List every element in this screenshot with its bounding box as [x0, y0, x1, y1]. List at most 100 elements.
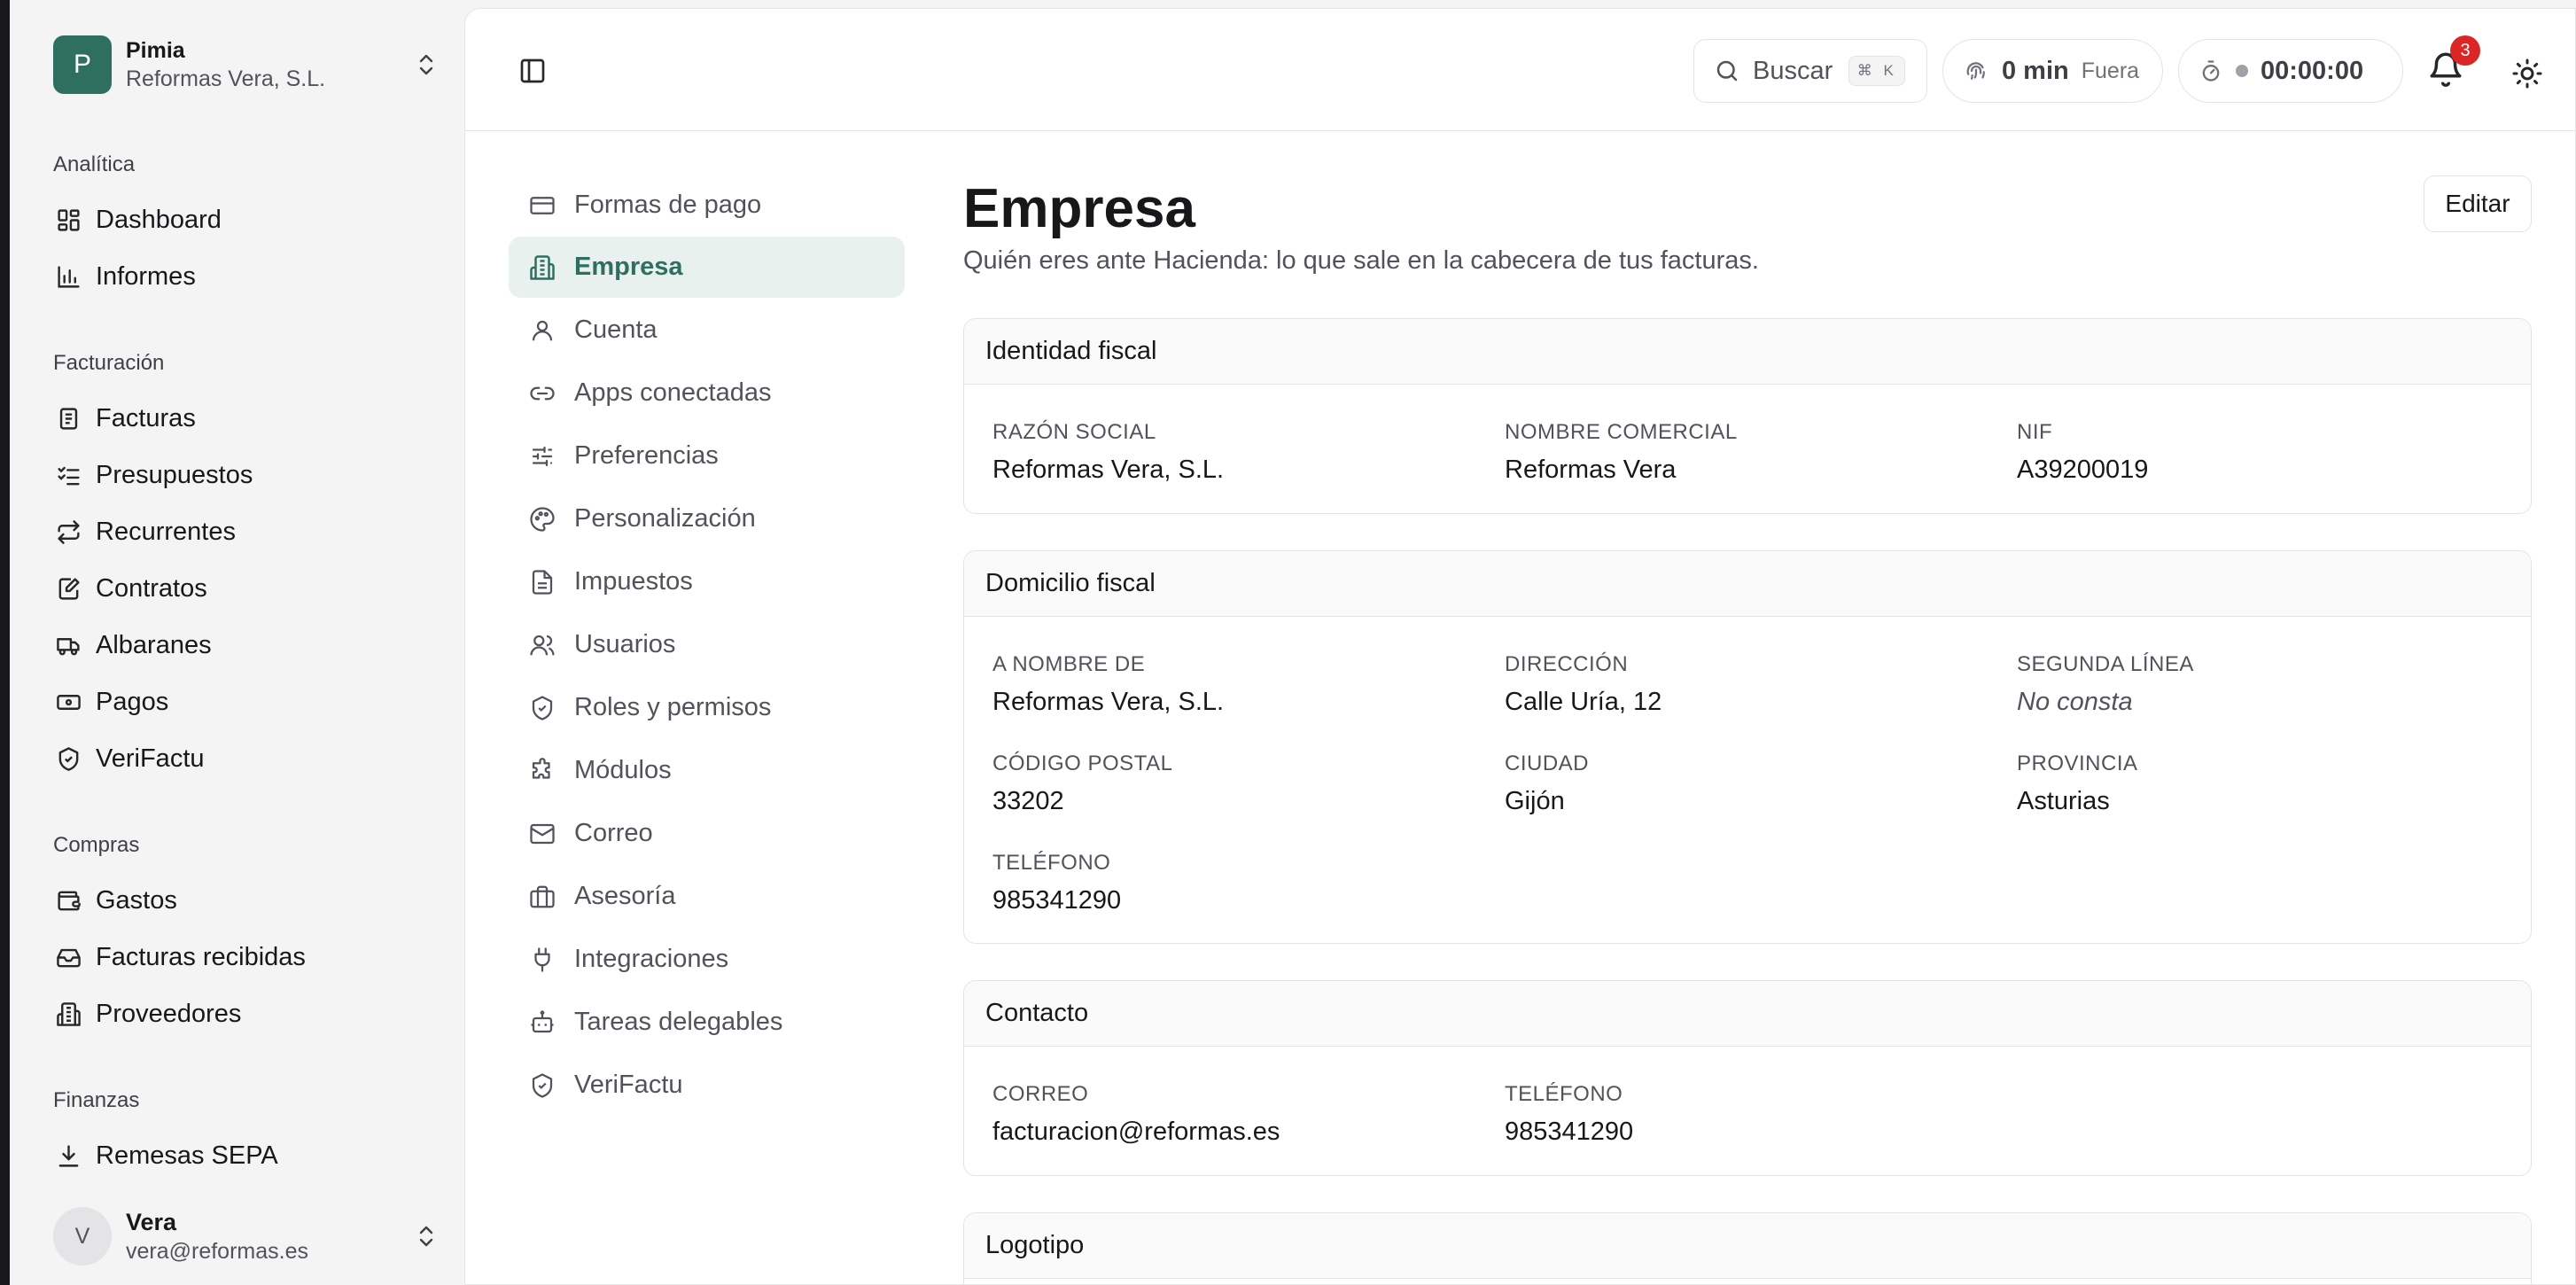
field-telefono-contacto: TELÉFONO 985341290 — [1505, 1082, 2001, 1147]
edit-button[interactable]: Editar — [2424, 175, 2532, 232]
nav-section-compras: Compras — [53, 833, 140, 857]
notifications-badge: 3 — [2450, 35, 2480, 66]
plug-icon — [528, 946, 556, 974]
settings-item-personalizacion[interactable]: Personalización — [509, 488, 905, 549]
search-icon — [1716, 60, 1738, 82]
settings-item-label: Cuenta — [574, 315, 658, 344]
invoice-icon — [53, 403, 83, 433]
search-shortcut: ⌘ K — [1848, 56, 1906, 86]
sidebar-item-label: VeriFactu — [96, 744, 205, 773]
sidebar-item-dashboard[interactable]: Dashboard — [53, 196, 443, 244]
nav-section-finanzas: Finanzas — [53, 1088, 140, 1112]
sidebar-item-label: Recurrentes — [96, 517, 236, 546]
sidebar-item-informes[interactable]: Informes — [53, 253, 443, 300]
download-icon — [53, 1141, 83, 1171]
card-domicilio-fiscal: Domicilio fiscal A NOMBRE DE Reformas Ve… — [963, 550, 2532, 944]
checklist-icon — [53, 460, 83, 490]
user-icon — [528, 316, 556, 345]
field-label: DIRECCIÓN — [1505, 652, 1629, 676]
search-button[interactable]: Buscar ⌘ K — [1693, 39, 1927, 103]
settings-item-verifactu[interactable]: VeriFactu — [509, 1055, 905, 1116]
settings-item-cuenta[interactable]: Cuenta — [509, 300, 905, 361]
timer-button[interactable]: 00:00:00 — [2178, 39, 2403, 103]
sidebar-item-verifactu[interactable]: VeriFactu — [53, 735, 443, 783]
org-company: Reformas Vera, S.L. — [126, 66, 326, 91]
settings-item-label: VeriFactu — [574, 1071, 683, 1099]
sidebar-item-label: Informes — [96, 261, 196, 291]
settings-item-apps-conectadas[interactable]: Apps conectadas — [509, 362, 905, 424]
settings-item-integraciones[interactable]: Integraciones — [509, 929, 905, 990]
search-label: Buscar — [1753, 56, 1833, 85]
wallet-icon — [53, 885, 83, 915]
field-label: SEGUNDA LÍNEA — [2017, 652, 2194, 676]
settings-item-impuestos[interactable]: Impuestos — [509, 551, 905, 612]
sidebar-item-facturas[interactable]: Facturas — [53, 394, 443, 442]
field-label: CIUDAD — [1505, 752, 1590, 775]
shield-check-icon — [53, 744, 83, 774]
field-label: NOMBRE COMERCIAL — [1505, 420, 1738, 444]
field-value: No consta — [2017, 688, 2133, 716]
building-icon — [528, 253, 556, 282]
settings-item-tareas-delegables[interactable]: Tareas delegables — [509, 992, 905, 1053]
org-switcher[interactable]: P Pimia Reformas Vera, S.L. — [53, 33, 440, 97]
sidebar-item-gastos[interactable]: Gastos — [53, 876, 443, 924]
field-label: CÓDIGO POSTAL — [992, 752, 1173, 775]
settings-item-label: Preferencias — [574, 441, 719, 470]
sidebar-item-remesas-sepa[interactable]: Remesas SEPA — [53, 1132, 443, 1180]
field-nombre-comercial: NOMBRE COMERCIAL Reformas Vera — [1505, 420, 2001, 485]
sidebar-item-proveedores[interactable]: Proveedores — [53, 990, 443, 1038]
field-nif: NIF A39200019 — [2017, 420, 2513, 485]
sidebar-item-facturas-recibidas[interactable]: Facturas recibidas — [53, 933, 443, 981]
card-logotipo: Logotipo — [963, 1212, 2532, 1284]
org-avatar: P — [53, 35, 112, 94]
users-icon — [528, 631, 556, 659]
main-panel: Buscar ⌘ K 0 min Fuera 00:00:00 3 Formas… — [464, 8, 2576, 1285]
building-icon — [53, 999, 83, 1029]
sidebar-item-label: Proveedores — [96, 999, 242, 1028]
settings-item-empresa[interactable]: Empresa — [509, 237, 905, 298]
settings-item-preferencias[interactable]: Preferencias — [509, 425, 905, 487]
sidebar-toggle-button[interactable] — [514, 52, 551, 90]
sidebar-item-contratos[interactable]: Contratos — [53, 565, 443, 612]
sidebar-item-presupuestos[interactable]: Presupuestos — [53, 451, 443, 499]
sidebar: P Pimia Reformas Vera, S.L. Analítica Da… — [10, 0, 463, 1285]
credit-card-icon — [528, 191, 556, 220]
settings-item-roles-y-permisos[interactable]: Roles y permisos — [509, 677, 905, 738]
nav-section-facturacion: Facturación — [53, 351, 165, 375]
field-value: A39200019 — [2017, 456, 2149, 484]
sidebar-item-albaranes[interactable]: Albaranes — [53, 621, 443, 669]
field-label: RAZÓN SOCIAL — [992, 420, 1156, 444]
user-switcher[interactable]: V Vera vera@reformas.es — [53, 1201, 440, 1272]
sidebar-item-recurrentes[interactable]: Recurrentes — [53, 508, 443, 556]
shield-check-icon — [528, 694, 556, 722]
settings-item-label: Tareas delegables — [574, 1008, 783, 1036]
theme-toggle-button[interactable] — [2511, 58, 2543, 90]
settings-item-label: Integraciones — [574, 945, 729, 973]
time-clock-button[interactable]: 0 min Fuera — [1942, 39, 2163, 103]
user-email: vera@reformas.es — [126, 1238, 308, 1264]
field-value: Calle Uría, 12 — [1505, 688, 1662, 716]
field-value: Reformas Vera, S.L. — [992, 456, 1225, 484]
field-label: TELÉFONO — [1505, 1082, 1623, 1106]
field-value: facturacion@reformas.es — [992, 1118, 1280, 1146]
repeat-icon — [53, 517, 83, 547]
briefcase-icon — [528, 883, 556, 911]
settings-item-label: Módulos — [574, 756, 672, 784]
settings-item-correo[interactable]: Correo — [509, 803, 905, 864]
settings-item-label: Personalización — [574, 504, 756, 533]
field-label: NIF — [2017, 420, 2053, 444]
org-name: Pimia — [126, 37, 185, 63]
sidebar-item-label: Presupuestos — [96, 460, 253, 489]
sidebar-item-label: Remesas SEPA — [96, 1141, 278, 1170]
field-value: Gijón — [1505, 787, 1565, 815]
settings-item-usuarios[interactable]: Usuarios — [509, 614, 905, 675]
settings-item-label: Formas de pago — [574, 191, 762, 219]
document-icon — [528, 568, 556, 596]
settings-item-modulos[interactable]: Módulos — [509, 740, 905, 801]
settings-item-formas-de-pago[interactable]: Formas de pago — [509, 175, 905, 236]
settings-item-asesoria[interactable]: Asesoría — [509, 866, 905, 927]
card-contacto: Contacto CORREO facturacion@reformas.es … — [963, 980, 2532, 1176]
field-value: 33202 — [992, 787, 1064, 815]
sidebar-item-label: Contratos — [96, 573, 207, 603]
sidebar-item-pagos[interactable]: Pagos — [53, 678, 443, 726]
